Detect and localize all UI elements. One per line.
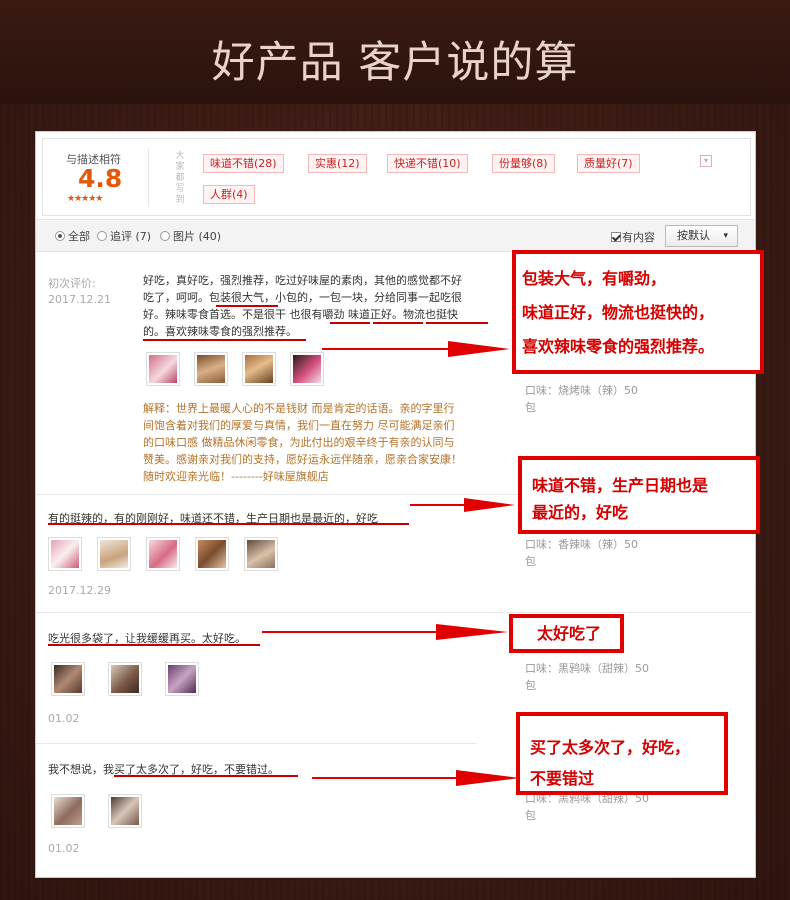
filter-followup-label: 追评 (7) <box>110 230 152 243</box>
filter-followup-radio[interactable]: 追评 (7) <box>97 229 151 244</box>
has-content-checkbox[interactable]: 有内容 <box>611 229 655 245</box>
highlight-underline <box>330 322 370 324</box>
review-date: 2017.12.29 <box>48 584 111 597</box>
review-photo[interactable] <box>48 537 82 571</box>
sku-info: 口味：黑鸦味（甜辣）50 包 <box>525 660 649 694</box>
sku-line: 包 <box>525 809 536 822</box>
highlight-underline <box>373 322 423 324</box>
callout-box-2: 味道不错，生产日期也是 最近的，好吃 <box>518 456 760 534</box>
review-text-line: 吃了，呵呵。包装很大气，小包的，一包一块，分给同事一起吃很 <box>143 291 462 304</box>
chevron-down-icon: ▾ <box>723 231 728 241</box>
callout-line: 味道不错，生产日期也是 <box>532 476 709 495</box>
sku-line: 口味：黑鸦味（甜辣）50 <box>525 662 649 675</box>
callout-line: 太好吃了 <box>537 624 602 643</box>
highlight-underline <box>48 523 409 525</box>
review-text: 好吃，真好吃，强烈推荐，吃过好味屋的素肉，其他的感觉都不好 吃了，呵呵。包装很大… <box>143 272 462 340</box>
review-photo[interactable] <box>146 537 180 571</box>
review-separator <box>36 612 752 613</box>
review-photo[interactable] <box>165 662 199 696</box>
review-date: 01.02 <box>48 712 80 725</box>
callout-box-1: 包装大气，有嚼劲， 味道正好，物流也挺快的， 喜欢辣味零食的强烈推荐。 <box>512 250 764 374</box>
rating-summary: 与描述相符 4.8 ★★★★★ 大家都写到 味道不错(28) 实惠(12) 快递… <box>42 138 751 216</box>
highlight-underline <box>48 644 260 646</box>
filter-pictures-radio[interactable]: 图片 (40) <box>160 229 221 244</box>
sku-info: 口味：香辣味（辣）50 包 <box>525 536 638 570</box>
highlight-underline <box>216 305 278 307</box>
rating-score: 4.8 <box>78 164 123 193</box>
callout-line: 买了太多次了，好吃， <box>530 738 691 757</box>
review-photo[interactable] <box>146 352 180 386</box>
sort-dropdown-label: 按默认 <box>677 229 710 242</box>
review-text-line: 好吃，真好吃，强烈推荐，吃过好味屋的素肉，其他的感觉都不好 <box>143 274 462 287</box>
sku-info: 口味：黑鸦味（甜辣）50 包 <box>525 790 649 824</box>
has-content-label: 有内容 <box>622 231 655 244</box>
review-photo[interactable] <box>51 794 85 828</box>
expand-tags-icon[interactable]: ▾ <box>700 155 712 167</box>
filter-bar: 全部 追评 (7) 图片 (40) 有内容 按默认 ▾ <box>36 219 755 252</box>
seller-reply-line: 的口味口感 做精品休闲零食，为此付出的艰辛终于有亲的认同与 <box>143 436 455 449</box>
highlight-underline <box>114 775 298 777</box>
review-photo[interactable] <box>244 537 278 571</box>
review-date: 2017.12.21 <box>48 293 111 306</box>
star-rating-icon: ★★★★★ <box>67 194 103 204</box>
first-review-label: 初次评价: <box>48 277 96 290</box>
review-separator <box>36 743 476 744</box>
sku-line: 包 <box>525 679 536 692</box>
callout-line: 味道正好，物流也挺快的， <box>522 303 715 322</box>
sku-line: 口味：烧烤味（辣）50 <box>525 384 638 397</box>
tag-fast-delivery[interactable]: 快递不错(10) <box>387 154 468 173</box>
tag-good-value[interactable]: 实惠(12) <box>308 154 367 173</box>
callout-line: 不要错过 <box>530 769 595 788</box>
sku-line: 包 <box>525 401 536 414</box>
tag-enough-portion[interactable]: 份量够(8) <box>492 154 555 173</box>
sku-line: 口味：香辣味（辣）50 <box>525 538 638 551</box>
review-text-line: 的。喜欢辣味零食的强烈推荐。 <box>143 325 297 338</box>
filter-all-radio[interactable]: 全部 <box>55 229 90 244</box>
callout-box-4: 买了太多次了，好吃， 不要错过 <box>516 712 728 795</box>
review-photo[interactable] <box>108 662 142 696</box>
review-photo[interactable] <box>97 537 131 571</box>
callout-line: 最近的，好吃 <box>532 503 629 522</box>
filter-pictures-label: 图片 (40) <box>173 230 222 243</box>
tags-side-label: 大家都写到 <box>175 151 185 205</box>
highlight-underline <box>143 339 306 341</box>
highlight-underline <box>426 322 488 324</box>
callout-line: 包装大气，有嚼劲， <box>522 269 667 288</box>
review-photo[interactable] <box>195 537 229 571</box>
tag-people[interactable]: 人群(4) <box>203 185 255 204</box>
review-photo[interactable] <box>290 352 324 386</box>
sku-line: 包 <box>525 555 536 568</box>
seller-reply-line: 随时欢迎亲光临！--------好味屋旗舰店 <box>143 470 329 483</box>
seller-reply: 解释：世界上最暖人心的不是钱财 而是肯定的话语。亲的字里行 间饱含着对我们的厚爱… <box>143 400 462 485</box>
callout-box-3: 太好吃了 <box>509 614 624 653</box>
review-text-line: 好。辣味零食首选。不是很干 也很有嚼劲 味道正好。物流也挺快 <box>143 308 458 321</box>
banner-title: 好产品 客户说的算 <box>211 38 579 88</box>
tag-taste-good[interactable]: 味道不错(28) <box>203 154 284 173</box>
sort-dropdown[interactable]: 按默认 ▾ <box>665 225 738 247</box>
review-photo[interactable] <box>108 794 142 828</box>
review-photo[interactable] <box>242 352 276 386</box>
seller-reply-line: 间饱含着对我们的厚爱与真情，我们一直在努力 尽可能满足亲们 <box>143 419 455 432</box>
review-date: 01.02 <box>48 842 80 855</box>
divider <box>148 149 149 207</box>
callout-line: 喜欢辣味零食的强烈推荐。 <box>522 337 715 356</box>
seller-reply-line: 赞美。感谢亲对我们的支持，愿好运永远伴随亲，愿亲合家安康！ <box>143 453 462 466</box>
sku-info: 口味：烧烤味（辣）50 包 <box>525 382 638 416</box>
review-photo[interactable] <box>51 662 85 696</box>
seller-reply-line: 解释：世界上最暖人心的不是钱财 而是肯定的话语。亲的字里行 <box>143 402 455 415</box>
tag-good-quality[interactable]: 质量好(7) <box>577 154 640 173</box>
filter-all-label: 全部 <box>68 230 90 243</box>
review-photo[interactable] <box>194 352 228 386</box>
